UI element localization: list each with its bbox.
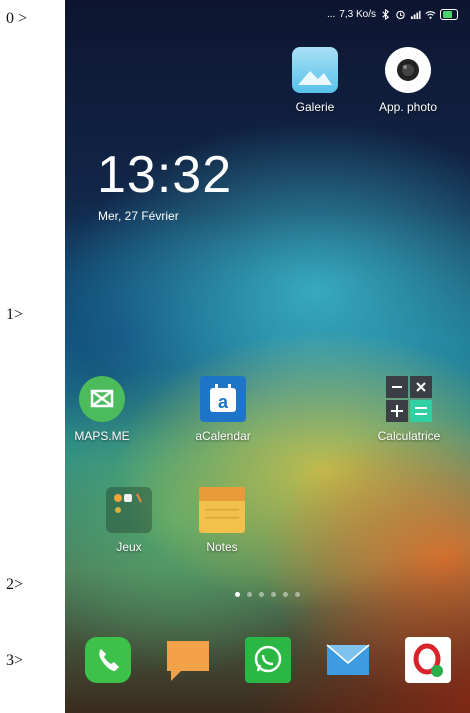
app-galerie-label: Galerie [295,100,335,114]
app-calculatrice[interactable]: Calculatrice [369,376,449,443]
folder-jeux[interactable]: Jeux [89,487,169,554]
maps-me-icon [79,376,125,422]
whatsapp-app-icon[interactable] [245,637,291,683]
home-screen: ... 7,3 Ko/s Galerie App. photo 13:32 Me… [65,0,470,713]
bluetooth-icon [382,9,390,20]
app-camera[interactable]: App. photo [368,47,448,114]
app-maps-me-label: MAPS.ME [74,429,130,443]
folder-jeux-label: Jeux [116,540,142,554]
acalendar-icon: a [200,376,246,422]
phone-app-icon[interactable] [85,637,131,683]
signal-icon [410,10,421,20]
row-label-3: 3> [6,652,24,669]
app-galerie[interactable]: Galerie [275,47,355,114]
app-camera-label: App. photo [378,100,438,114]
row-label-1: 1> [6,306,24,323]
more-status-icon: ... [326,9,336,20]
lockscreen-date: Mer, 27 Février [98,209,179,223]
page-dot-3[interactable] [259,592,264,597]
alarm-icon [396,10,405,20]
page-dot-5[interactable] [283,592,288,597]
row-label-2: 2> [6,576,24,593]
network-speed: 7,3 Ko/s [339,9,376,20]
wifi-icon [425,11,436,19]
page-indicator [65,592,470,597]
status-bar: ... 7,3 Ko/s [327,9,458,20]
notes-icon [199,487,245,533]
row-label-0: 0 > [6,10,28,27]
page-dot-4[interactable] [271,592,276,597]
app-acalendar[interactable]: a aCalendar [183,376,263,443]
calculator-icon [386,376,432,422]
page-dot-2[interactable] [247,592,252,597]
messages-app-icon[interactable] [165,637,211,683]
app-notes[interactable]: Notes [182,487,262,554]
gallery-icon [292,47,338,93]
svg-text:a: a [218,392,229,412]
app-calculatrice-label: Calculatrice [377,429,441,443]
app-acalendar-label: aCalendar [195,429,251,443]
email-app-icon[interactable] [325,637,371,683]
games-folder-icon [106,487,152,533]
opera-app-icon[interactable] [405,637,451,683]
app-notes-label: Notes [206,540,238,554]
page-dot-6[interactable] [295,592,300,597]
lockscreen-time: 13:32 [97,146,233,204]
app-maps-me[interactable]: MAPS.ME [65,376,142,443]
camera-icon [385,47,431,93]
battery-icon [440,9,458,20]
page-dot-1[interactable] [235,592,240,597]
